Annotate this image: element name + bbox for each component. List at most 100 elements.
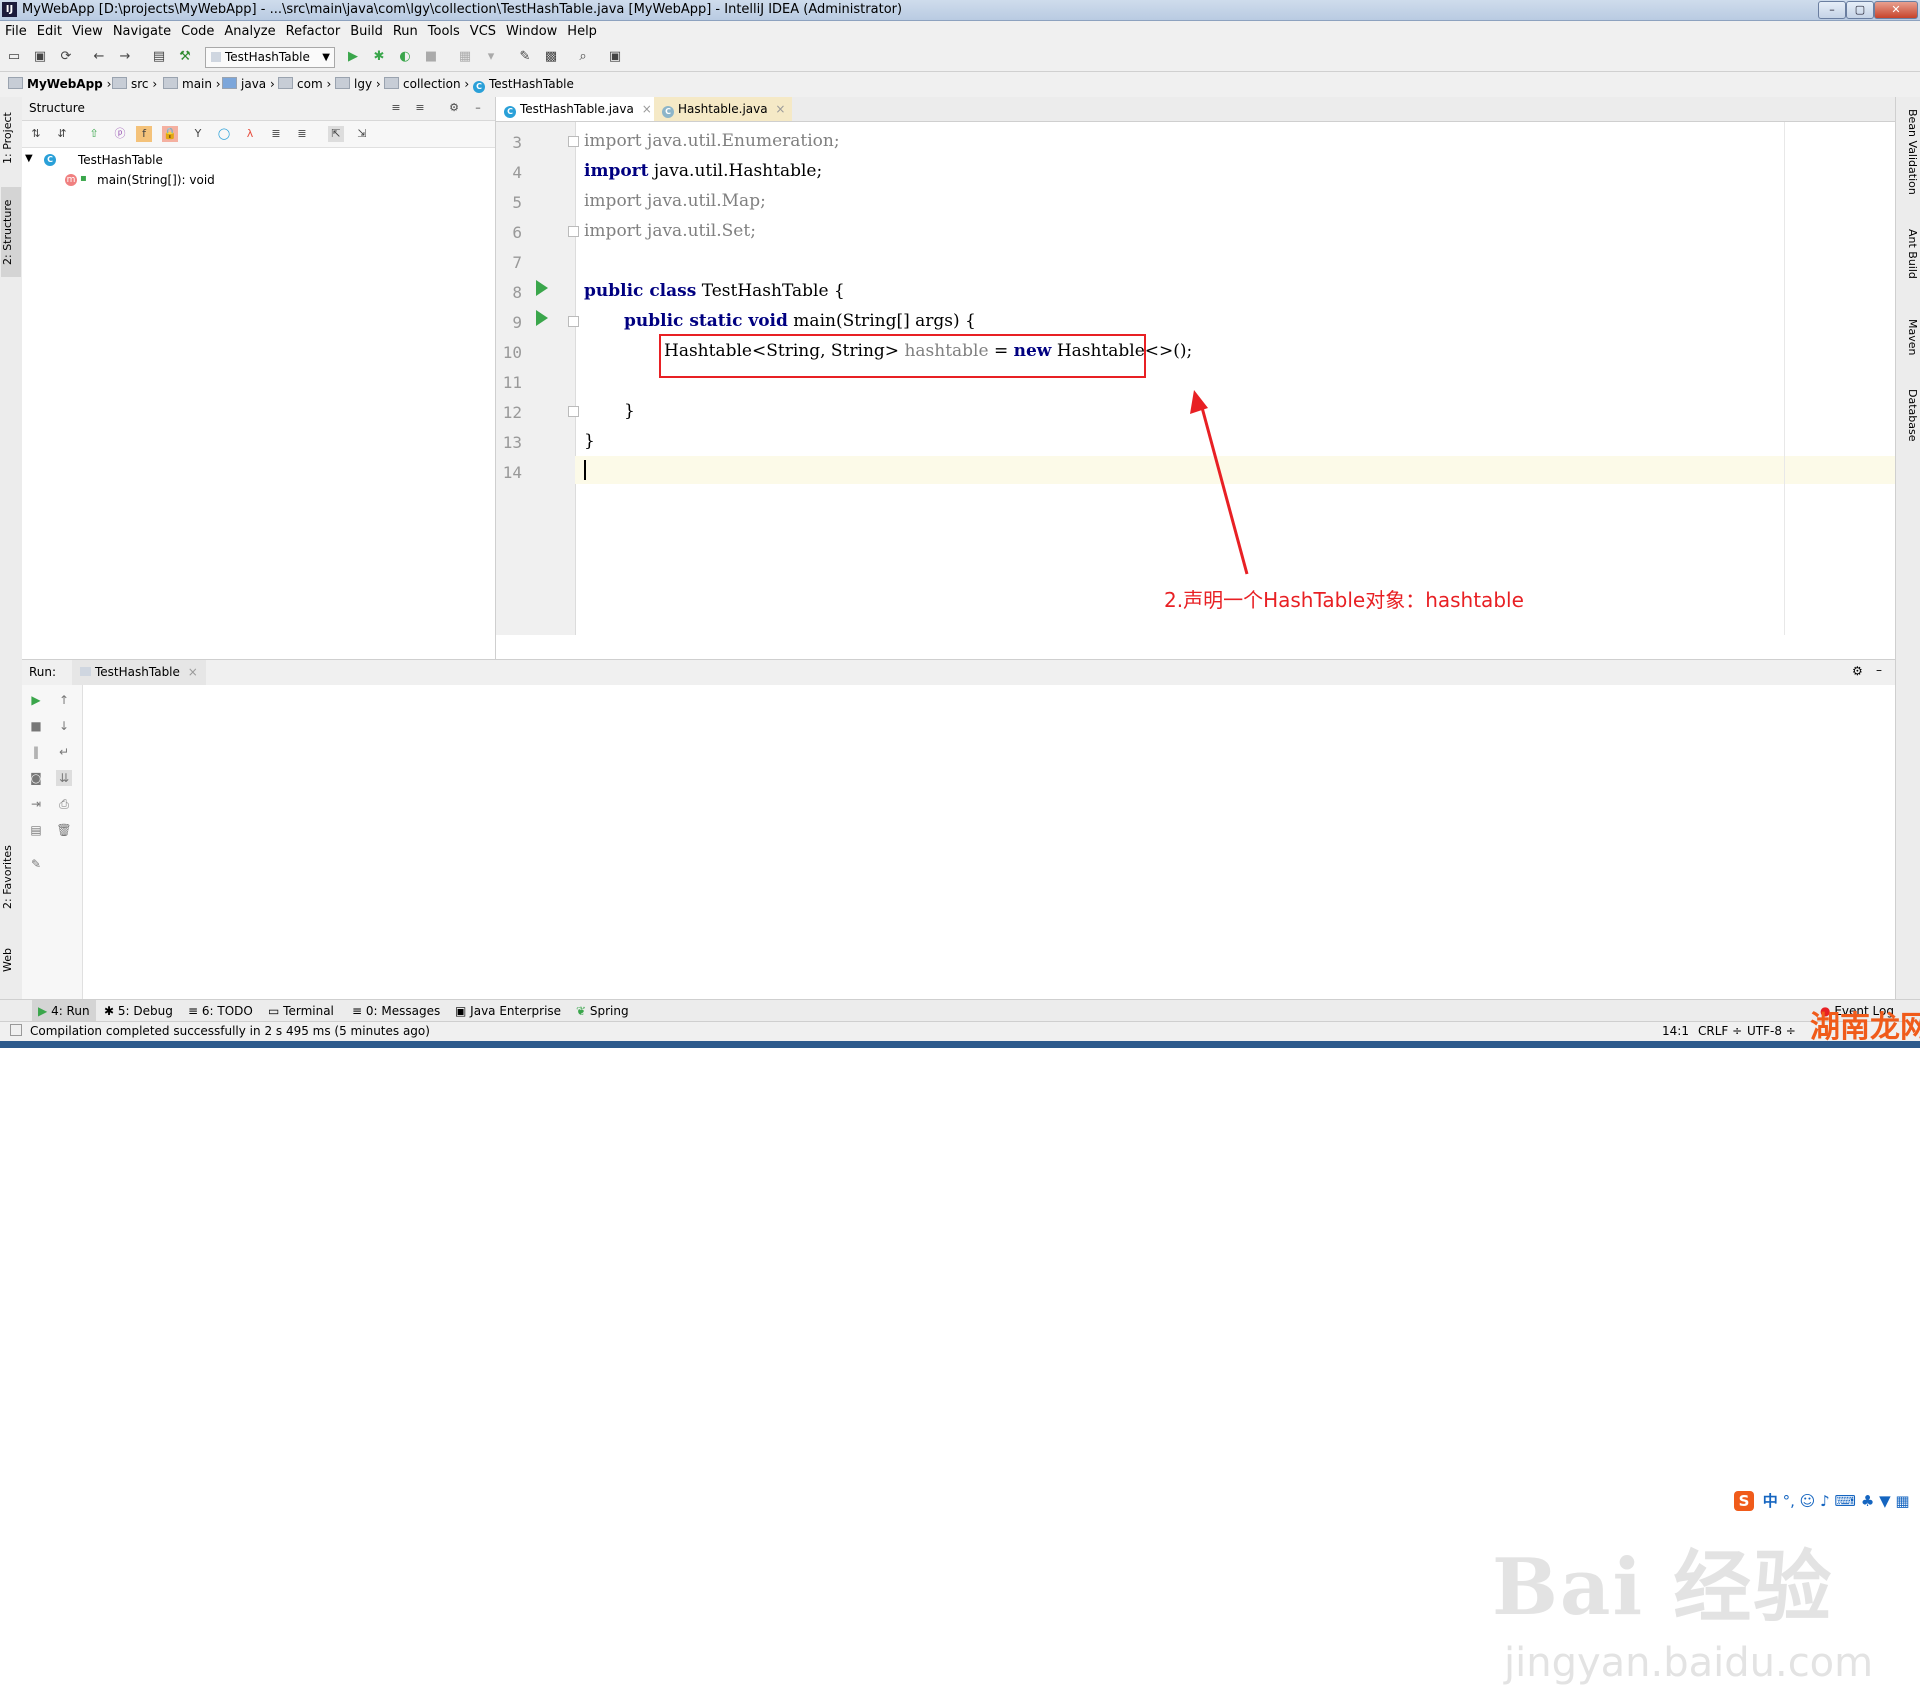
tree-item-class[interactable]: ▼ C TestHashTable: [22, 151, 495, 171]
stop-icon[interactable]: ■: [28, 718, 44, 734]
java-enterprise-tool-button[interactable]: ▣ Java Enterprise: [455, 1000, 561, 1022]
breadcrumb-lgy[interactable]: lgy ›: [335, 72, 381, 97]
expand-icon[interactable]: ≣: [268, 126, 284, 142]
show-non-public-icon[interactable]: 🔒: [162, 126, 178, 142]
todo-tool-button[interactable]: ≡ 6: TODO: [188, 1000, 253, 1022]
favorites-tool-tab[interactable]: 2: Favorites: [1, 837, 21, 917]
exit-icon[interactable]: ⇥: [28, 796, 44, 812]
collapse-icon[interactable]: ≣: [294, 126, 310, 142]
spring-tool-button[interactable]: ❦ Spring: [576, 1000, 629, 1022]
soft-wrap-icon[interactable]: ↵: [56, 744, 72, 760]
run-tool-button[interactable]: ▶ 4: Run: [32, 1000, 96, 1022]
hide-panel-icon[interactable]: –: [1876, 663, 1882, 677]
web-tool-tab[interactable]: Web: [1, 935, 21, 985]
hide-panel-icon[interactable]: –: [470, 100, 486, 116]
build-hammer-icon[interactable]: ⚒: [176, 48, 194, 66]
breadcrumb-collection[interactable]: collection ›: [384, 72, 469, 97]
menu-build[interactable]: Build: [345, 21, 388, 43]
keyboard-icon[interactable]: ⌨: [1834, 1492, 1856, 1510]
breadcrumb-project[interactable]: MyWebApp ›: [8, 72, 111, 97]
debug-tool-button[interactable]: ✱ 5: Debug: [104, 1000, 173, 1022]
run-icon[interactable]: ▶: [344, 48, 362, 66]
open-folder-icon[interactable]: ▭: [5, 48, 23, 66]
messages-tool-button[interactable]: ≡ 0: Messages: [352, 1000, 440, 1022]
menu-navigate[interactable]: Navigate: [108, 21, 176, 43]
menu-code[interactable]: Code: [176, 21, 219, 43]
close-tab-icon[interactable]: ×: [188, 665, 198, 679]
menu-help[interactable]: Help: [562, 21, 602, 43]
close-tab-icon[interactable]: ×: [642, 102, 652, 116]
code-editor[interactable]: 3 4 5 6 7 8 9 10 11 12 13 14 import java…: [496, 122, 1895, 635]
terminal-tools-icon[interactable]: ▣: [606, 48, 624, 66]
commit-icon[interactable]: ▾: [482, 48, 500, 66]
forward-arrow-icon[interactable]: →: [116, 48, 134, 66]
trash-icon[interactable]: 🗑: [56, 822, 72, 838]
ant-build-tool-tab[interactable]: Ant Build: [1899, 229, 1919, 299]
menu-edit[interactable]: Edit: [32, 21, 67, 43]
tab-hashtable-java[interactable]: C Hashtable.java ×: [654, 97, 792, 121]
breadcrumb-java[interactable]: java ›: [222, 72, 275, 97]
ime-language[interactable]: 中: [1763, 1492, 1778, 1510]
emoji-icon[interactable]: ☺: [1800, 1492, 1816, 1510]
scroll-to-end-icon[interactable]: ⇊: [56, 770, 72, 786]
toolbox-icon[interactable]: ▦: [1895, 1492, 1909, 1510]
punctuation-icon[interactable]: °,: [1783, 1492, 1795, 1510]
line-separator[interactable]: CRLF ÷: [1698, 1024, 1742, 1038]
breadcrumb-src[interactable]: src ›: [112, 72, 157, 97]
minimize-button[interactable]: –: [1818, 1, 1846, 19]
status-toggle-icon[interactable]: [10, 1024, 22, 1036]
autoscroll-from-source-icon[interactable]: ⇲: [354, 126, 370, 142]
down-arrow-icon[interactable]: ↓: [56, 718, 72, 734]
close-tab-icon[interactable]: ×: [775, 102, 785, 116]
menu-run[interactable]: Run: [388, 21, 423, 43]
collapse-all-icon[interactable]: ≡: [412, 100, 428, 116]
pause-icon[interactable]: ‖: [28, 744, 44, 760]
gear-icon[interactable]: ⚙: [446, 100, 462, 116]
menu-analyze[interactable]: Analyze: [219, 21, 280, 43]
shirt-icon[interactable]: ▼: [1879, 1492, 1891, 1510]
sdk-icon[interactable]: ▩: [542, 48, 560, 66]
maven-tool-tab[interactable]: Maven: [1899, 319, 1919, 369]
back-arrow-icon[interactable]: ←: [90, 48, 108, 66]
show-interfaces-icon[interactable]: ◯: [216, 126, 232, 142]
menu-refactor[interactable]: Refactor: [281, 21, 346, 43]
expand-all-icon[interactable]: ≡: [388, 100, 404, 116]
layout-icon[interactable]: ▤: [28, 822, 44, 838]
microphone-icon[interactable]: ♪: [1820, 1492, 1830, 1510]
coverage-icon[interactable]: ◐: [396, 48, 414, 66]
menu-tools[interactable]: Tools: [423, 21, 465, 43]
breadcrumb-class[interactable]: C TestHashTable: [473, 72, 574, 97]
bean-validation-tool-tab[interactable]: Bean Validation: [1899, 109, 1919, 209]
gear-icon[interactable]: ⚙: [1852, 664, 1863, 678]
save-icon[interactable]: ▣: [31, 48, 49, 66]
settings-wrench-icon[interactable]: ✎: [516, 48, 534, 66]
stop-icon[interactable]: ■: [422, 48, 440, 66]
rerun-icon[interactable]: ▶: [28, 692, 44, 708]
tab-testhashtable-java[interactable]: C TestHashTable.java ×: [496, 97, 655, 121]
chevron-down-icon[interactable]: ▼: [25, 153, 33, 164]
search-icon[interactable]: ⌕: [574, 48, 592, 66]
show-inherited-icon[interactable]: ⇧: [86, 126, 102, 142]
database-tool-tab[interactable]: Database: [1899, 389, 1919, 459]
maximize-button[interactable]: ▢: [1846, 1, 1874, 19]
show-fields-icon[interactable]: f: [136, 126, 152, 142]
camera-icon[interactable]: ◙: [28, 770, 44, 786]
run-console[interactable]: ▶ ■ ‖ ◙ ⇥ ▤ ✎ ↑ ↓ ↵ ⇊ ⎙ 🗑 S 中 °, ☺ ♪ ⌨ ♣…: [22, 685, 1910, 1686]
sort-alphabetically-icon[interactable]: ⇅: [28, 126, 44, 142]
structure-tool-tab[interactable]: 2: Structure: [1, 187, 21, 277]
caret-position[interactable]: 14:1: [1662, 1024, 1689, 1038]
print-icon[interactable]: ⎙: [56, 796, 72, 812]
file-encoding[interactable]: UTF-8 ÷: [1747, 1024, 1796, 1038]
tree-item-method[interactable]: m ▪ main(String[]): void: [22, 171, 495, 191]
sogou-logo-icon[interactable]: S: [1734, 1491, 1754, 1511]
show-lambdas-icon[interactable]: λ: [242, 126, 258, 142]
up-arrow-icon[interactable]: ↑: [56, 692, 72, 708]
menu-file[interactable]: File: [0, 21, 32, 43]
breadcrumb-main[interactable]: main ›: [163, 72, 221, 97]
skin-icon[interactable]: ♣: [1861, 1492, 1874, 1510]
pin-icon[interactable]: ✎: [28, 856, 44, 872]
project-structure-icon[interactable]: ▤: [150, 48, 168, 66]
autoscroll-to-source-icon[interactable]: ⇱: [328, 126, 344, 142]
sort-by-visibility-icon[interactable]: ⇵: [54, 126, 70, 142]
menu-window[interactable]: Window: [501, 21, 562, 43]
